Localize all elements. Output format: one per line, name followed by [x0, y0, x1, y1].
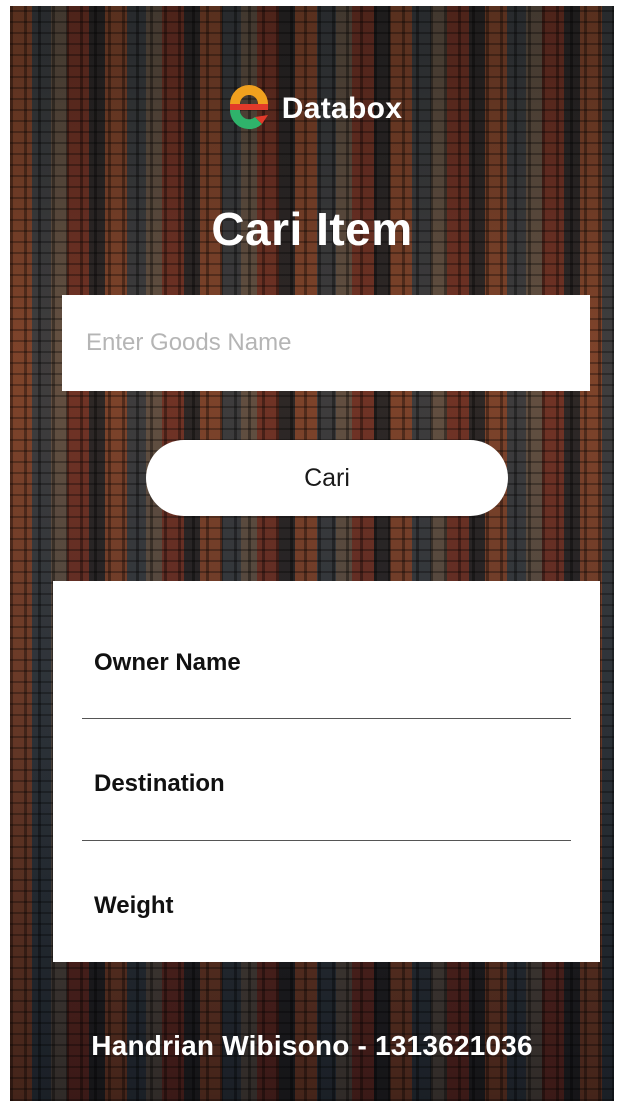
divider: [82, 840, 571, 841]
goods-name-input[interactable]: [62, 295, 590, 391]
footer-credit: Handrian Wibisono - 1313621036: [91, 1030, 533, 1061]
result-card: Owner Name Destination Weight: [53, 581, 600, 962]
divider: [82, 718, 571, 719]
app-header: Databox: [10, 82, 614, 136]
destination-label: Destination: [94, 770, 225, 797]
brand-name: Databox: [281, 92, 403, 125]
app-screen: Databox Cari Item Cari Owner Name Destin…: [10, 6, 614, 1101]
search-button[interactable]: Cari: [146, 440, 508, 516]
page-title: Cari Item: [211, 203, 413, 255]
databox-logo-icon: [229, 85, 268, 130]
weight-label: Weight: [94, 892, 174, 919]
owner-name-label: Owner Name: [94, 649, 241, 676]
